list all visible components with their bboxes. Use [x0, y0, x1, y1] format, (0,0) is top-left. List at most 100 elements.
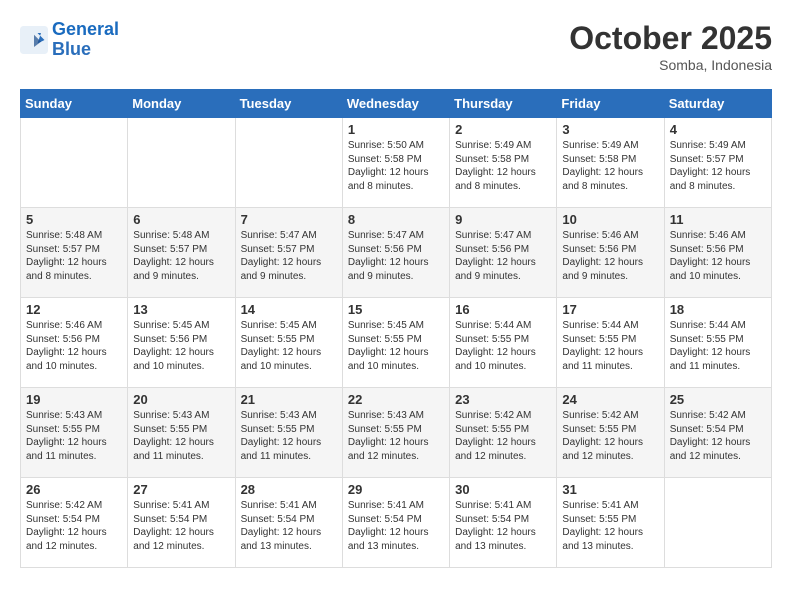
weekday-header-sunday: Sunday	[21, 90, 128, 118]
cell-info: Sunrise: 5:46 AM Sunset: 5:56 PM Dayligh…	[670, 229, 766, 283]
day-number: 29	[348, 482, 444, 497]
cell-info: Sunrise: 5:44 AM Sunset: 5:55 PM Dayligh…	[562, 319, 658, 373]
day-number: 20	[133, 392, 229, 407]
calendar-cell: 28 Sunrise: 5:41 AM Sunset: 5:54 PM Dayli…	[235, 478, 342, 568]
day-number: 9	[455, 212, 551, 227]
calendar-cell: 1Sunrise: 5:50 AM Sunset: 5:58 PM Daylig…	[342, 118, 449, 208]
calendar-cell: 10 Sunrise: 5:46 AM Sunset: 5:56 PM Dayli…	[557, 208, 664, 298]
weekday-header-tuesday: Tuesday	[235, 90, 342, 118]
calendar-cell: 29 Sunrise: 5:41 AM Sunset: 5:54 PM Dayli…	[342, 478, 449, 568]
cell-info: Sunrise: 5:45 AM Sunset: 5:55 PM Dayligh…	[241, 319, 337, 373]
calendar-table: SundayMondayTuesdayWednesdayThursdayFrid…	[20, 89, 772, 568]
weekday-header-friday: Friday	[557, 90, 664, 118]
calendar-cell	[235, 118, 342, 208]
logo-text: General Blue	[52, 20, 119, 60]
day-number: 18	[670, 302, 766, 317]
day-number: 21	[241, 392, 337, 407]
cell-info: Sunrise: 5:43 AM Sunset: 5:55 PM Dayligh…	[26, 409, 122, 463]
weekday-header-monday: Monday	[128, 90, 235, 118]
calendar-cell: 22 Sunrise: 5:43 AM Sunset: 5:55 PM Dayli…	[342, 388, 449, 478]
logo-line2: Blue	[52, 39, 91, 59]
day-number: 8	[348, 212, 444, 227]
cell-info: Sunrise: 5:41 AM Sunset: 5:54 PM Dayligh…	[348, 499, 444, 553]
cell-info: Sunrise: 5:44 AM Sunset: 5:55 PM Dayligh…	[455, 319, 551, 373]
day-number: 27	[133, 482, 229, 497]
calendar-cell: 3 Sunrise: 5:49 AM Sunset: 5:58 PM Daylig…	[557, 118, 664, 208]
cell-info: Sunrise: 5:45 AM Sunset: 5:56 PM Dayligh…	[133, 319, 229, 373]
calendar-cell: 24 Sunrise: 5:42 AM Sunset: 5:55 PM Dayli…	[557, 388, 664, 478]
day-number: 11	[670, 212, 766, 227]
week-row-2: 5 Sunrise: 5:48 AM Sunset: 5:57 PM Daylig…	[21, 208, 772, 298]
day-number: 13	[133, 302, 229, 317]
day-number: 3	[562, 122, 658, 137]
calendar-cell: 17 Sunrise: 5:44 AM Sunset: 5:55 PM Dayli…	[557, 298, 664, 388]
day-number: 15	[348, 302, 444, 317]
cell-info: Sunrise: 5:41 AM Sunset: 5:55 PM Dayligh…	[562, 499, 658, 553]
day-number: 10	[562, 212, 658, 227]
month-title: October 2025	[569, 20, 772, 57]
calendar-cell: 11 Sunrise: 5:46 AM Sunset: 5:56 PM Dayli…	[664, 208, 771, 298]
calendar-cell: 12 Sunrise: 5:46 AM Sunset: 5:56 PM Dayli…	[21, 298, 128, 388]
cell-info: Sunrise: 5:48 AM Sunset: 5:57 PM Dayligh…	[26, 229, 122, 283]
calendar-cell: 27 Sunrise: 5:41 AM Sunset: 5:54 PM Dayli…	[128, 478, 235, 568]
day-number: 31	[562, 482, 658, 497]
calendar-cell: 2 Sunrise: 5:49 AM Sunset: 5:58 PM Daylig…	[450, 118, 557, 208]
day-number: 6	[133, 212, 229, 227]
week-row-1: 1Sunrise: 5:50 AM Sunset: 5:58 PM Daylig…	[21, 118, 772, 208]
day-number: 2	[455, 122, 551, 137]
title-block: October 2025 Somba, Indonesia	[569, 20, 772, 73]
week-row-4: 19Sunrise: 5:43 AM Sunset: 5:55 PM Dayli…	[21, 388, 772, 478]
weekday-header-wednesday: Wednesday	[342, 90, 449, 118]
cell-info: Sunrise: 5:47 AM Sunset: 5:56 PM Dayligh…	[455, 229, 551, 283]
calendar-cell	[664, 478, 771, 568]
location: Somba, Indonesia	[569, 57, 772, 73]
cell-info: Sunrise: 5:41 AM Sunset: 5:54 PM Dayligh…	[133, 499, 229, 553]
day-number: 22	[348, 392, 444, 407]
cell-info: Sunrise: 5:49 AM Sunset: 5:57 PM Dayligh…	[670, 139, 766, 193]
cell-info: Sunrise: 5:47 AM Sunset: 5:56 PM Dayligh…	[348, 229, 444, 283]
calendar-cell: 19Sunrise: 5:43 AM Sunset: 5:55 PM Dayli…	[21, 388, 128, 478]
day-number: 12	[26, 302, 122, 317]
logo: General Blue	[20, 20, 119, 60]
cell-info: Sunrise: 5:49 AM Sunset: 5:58 PM Dayligh…	[562, 139, 658, 193]
day-number: 16	[455, 302, 551, 317]
cell-info: Sunrise: 5:43 AM Sunset: 5:55 PM Dayligh…	[348, 409, 444, 463]
calendar-cell: 23Sunrise: 5:42 AM Sunset: 5:55 PM Dayli…	[450, 388, 557, 478]
cell-info: Sunrise: 5:41 AM Sunset: 5:54 PM Dayligh…	[241, 499, 337, 553]
calendar-cell: 14 Sunrise: 5:45 AM Sunset: 5:55 PM Dayli…	[235, 298, 342, 388]
cell-info: Sunrise: 5:46 AM Sunset: 5:56 PM Dayligh…	[26, 319, 122, 373]
calendar-cell: 20Sunrise: 5:43 AM Sunset: 5:55 PM Dayli…	[128, 388, 235, 478]
cell-info: Sunrise: 5:42 AM Sunset: 5:54 PM Dayligh…	[26, 499, 122, 553]
calendar-cell: 4 Sunrise: 5:49 AM Sunset: 5:57 PM Daylig…	[664, 118, 771, 208]
calendar-cell: 26 Sunrise: 5:42 AM Sunset: 5:54 PM Dayli…	[21, 478, 128, 568]
day-number: 26	[26, 482, 122, 497]
week-row-3: 12 Sunrise: 5:46 AM Sunset: 5:56 PM Dayli…	[21, 298, 772, 388]
calendar-cell: 8 Sunrise: 5:47 AM Sunset: 5:56 PM Daylig…	[342, 208, 449, 298]
calendar-cell: 15Sunrise: 5:45 AM Sunset: 5:55 PM Dayli…	[342, 298, 449, 388]
cell-info: Sunrise: 5:48 AM Sunset: 5:57 PM Dayligh…	[133, 229, 229, 283]
day-number: 14	[241, 302, 337, 317]
logo-icon	[20, 26, 48, 54]
calendar-cell: 7Sunrise: 5:47 AM Sunset: 5:57 PM Daylig…	[235, 208, 342, 298]
cell-info: Sunrise: 5:50 AM Sunset: 5:58 PM Dayligh…	[348, 139, 444, 193]
cell-info: Sunrise: 5:49 AM Sunset: 5:58 PM Dayligh…	[455, 139, 551, 193]
cell-info: Sunrise: 5:46 AM Sunset: 5:56 PM Dayligh…	[562, 229, 658, 283]
cell-info: Sunrise: 5:42 AM Sunset: 5:55 PM Dayligh…	[562, 409, 658, 463]
calendar-cell	[21, 118, 128, 208]
day-number: 28	[241, 482, 337, 497]
day-number: 30	[455, 482, 551, 497]
day-number: 5	[26, 212, 122, 227]
week-row-5: 26 Sunrise: 5:42 AM Sunset: 5:54 PM Dayli…	[21, 478, 772, 568]
calendar-cell	[128, 118, 235, 208]
calendar-cell: 30 Sunrise: 5:41 AM Sunset: 5:54 PM Dayli…	[450, 478, 557, 568]
page-header: General Blue October 2025 Somba, Indones…	[20, 20, 772, 73]
day-number: 4	[670, 122, 766, 137]
calendar-cell: 18Sunrise: 5:44 AM Sunset: 5:55 PM Dayli…	[664, 298, 771, 388]
calendar-cell: 13 Sunrise: 5:45 AM Sunset: 5:56 PM Dayli…	[128, 298, 235, 388]
cell-info: Sunrise: 5:41 AM Sunset: 5:54 PM Dayligh…	[455, 499, 551, 553]
day-number: 24	[562, 392, 658, 407]
calendar-cell: 31 Sunrise: 5:41 AM Sunset: 5:55 PM Dayli…	[557, 478, 664, 568]
day-number: 17	[562, 302, 658, 317]
weekday-header-saturday: Saturday	[664, 90, 771, 118]
cell-info: Sunrise: 5:42 AM Sunset: 5:55 PM Dayligh…	[455, 409, 551, 463]
